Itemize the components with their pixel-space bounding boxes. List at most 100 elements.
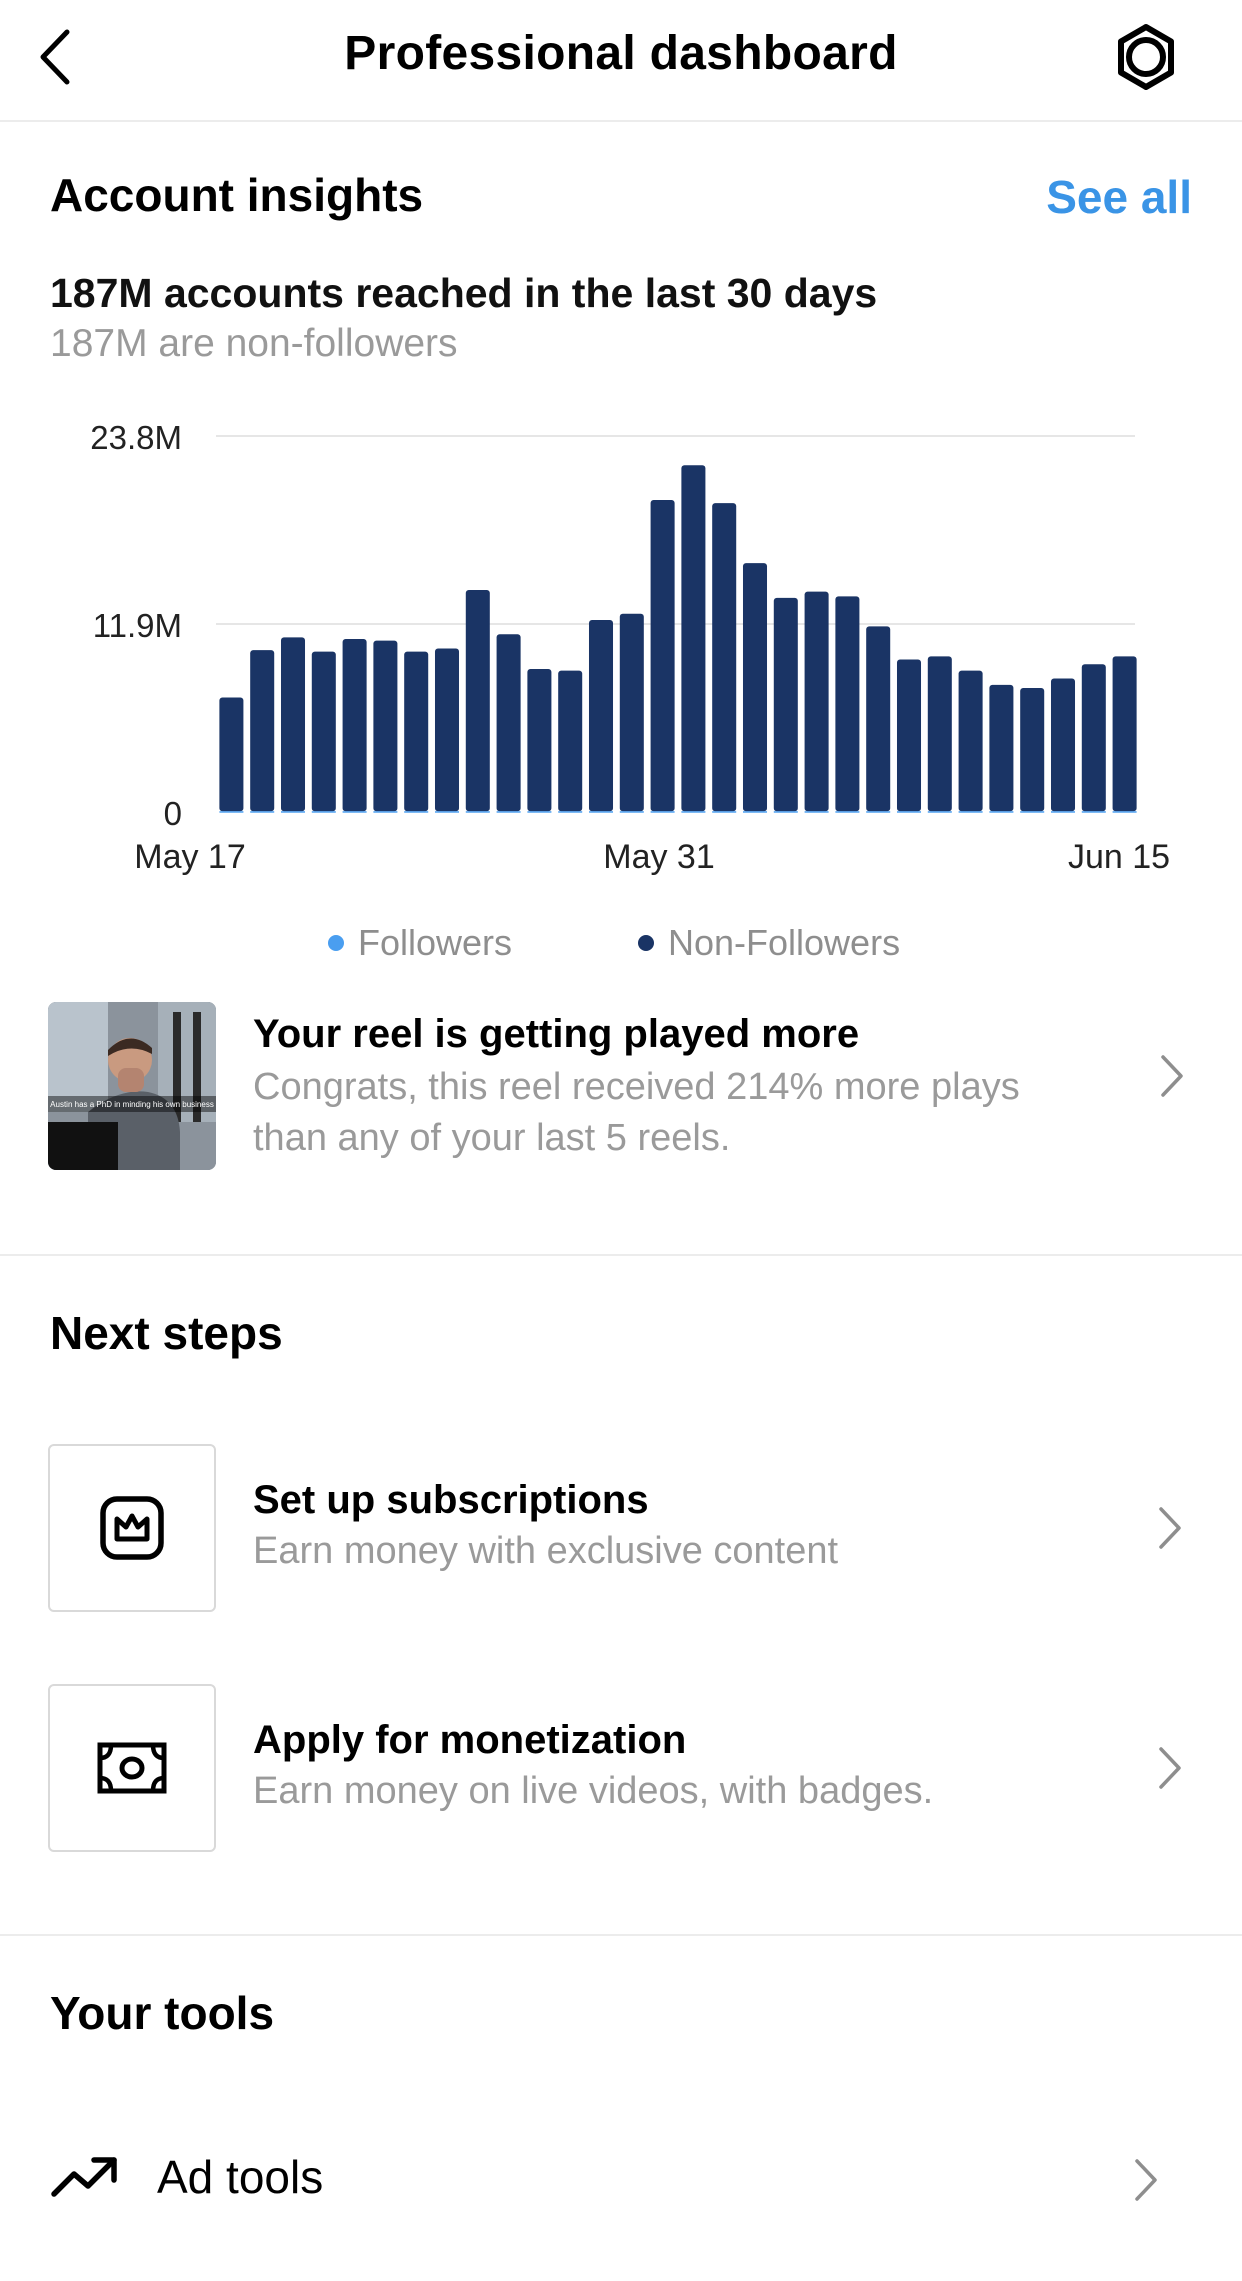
y-tick-label: 11.9M	[93, 607, 182, 644]
bar-non-followers	[927, 656, 952, 812]
divider	[0, 1254, 1242, 1256]
non-followers-dot-icon	[638, 935, 654, 951]
bar-followers	[342, 811, 367, 813]
bar-non-followers	[712, 503, 737, 812]
legend-non-followers: Non-Followers	[638, 922, 900, 964]
bar-followers	[1081, 811, 1106, 813]
settings-button[interactable]	[1108, 22, 1184, 92]
bar-followers	[404, 811, 429, 813]
y-tick-label: 23.8M	[90, 419, 182, 456]
subscriptions-icon-box	[48, 1444, 216, 1612]
reel-thumbnail-image: Austin has a PhD in minding his own busi…	[48, 1002, 216, 1170]
bar-followers	[496, 811, 521, 813]
bar-followers	[773, 811, 798, 813]
bar-followers	[835, 811, 860, 813]
bar-non-followers	[681, 465, 706, 812]
bar-followers	[219, 811, 244, 813]
bar-followers	[619, 811, 644, 813]
x-tick-label: May 31	[603, 838, 715, 876]
bar-non-followers	[742, 563, 768, 812]
money-icon	[97, 1742, 167, 1794]
followers-dot-icon	[328, 935, 344, 951]
legend-non-followers-label: Non-Followers	[668, 922, 901, 963]
accounts-reached-chart: 23.8M 11.9M 0 May 17 May 31 Jun 15	[90, 419, 1170, 876]
bar-non-followers	[558, 670, 583, 812]
bar-non-followers	[434, 648, 460, 812]
bar-non-followers	[866, 626, 891, 812]
bar-non-followers	[958, 670, 983, 812]
reel-insight-title: Your reel is getting played more	[253, 1012, 860, 1056]
bar-non-followers	[527, 669, 552, 812]
bar-followers	[588, 811, 614, 813]
non-followers-text: 187M are non-followers	[50, 322, 458, 365]
nav-bar: Professional dashboard	[0, 0, 1242, 122]
bar-followers	[434, 811, 460, 813]
legend-followers: Followers	[328, 922, 512, 964]
your-tools-title: Your tools	[50, 1987, 275, 2039]
bar-followers	[712, 811, 737, 813]
set-up-subscriptions-row[interactable]: Set up subscriptions Earn money with exc…	[0, 1444, 1242, 1614]
chart-legend: Followers Non-Followers	[0, 922, 1242, 972]
bar-non-followers	[250, 650, 275, 812]
bar-non-followers	[989, 684, 1014, 812]
bar-followers	[1020, 811, 1045, 813]
bar-followers	[250, 811, 275, 813]
subscriptions-subtitle: Earn money with exclusive content	[253, 1530, 839, 1572]
ad-tools-row[interactable]: Ad tools	[0, 2130, 1242, 2230]
bar-non-followers	[496, 634, 521, 812]
bar-non-followers	[835, 596, 860, 812]
bar-non-followers	[773, 597, 798, 812]
subscriptions-title: Set up subscriptions	[253, 1478, 649, 1522]
bar-non-followers	[465, 590, 490, 812]
bar-non-followers	[896, 659, 922, 812]
bar-non-followers	[373, 640, 398, 812]
bar-non-followers	[1112, 656, 1137, 812]
bar-followers	[958, 811, 983, 813]
bar-followers	[465, 811, 490, 813]
monetization-subtitle: Earn money on live videos, with badges.	[253, 1770, 934, 1812]
next-steps-title: Next steps	[50, 1307, 283, 1359]
account-insights-title: Account insights	[50, 169, 424, 221]
x-tick-label: May 17	[134, 838, 246, 876]
see-all-link[interactable]: See all	[1046, 170, 1192, 224]
bar-followers	[280, 811, 306, 813]
gear-icon	[1118, 24, 1174, 90]
bar-followers	[1050, 811, 1076, 813]
bar-followers	[558, 811, 583, 813]
bar-followers	[527, 811, 552, 813]
bar-non-followers	[280, 637, 306, 812]
trending-up-icon	[51, 2157, 117, 2197]
bar-non-followers	[404, 651, 429, 812]
bar-followers	[311, 811, 336, 813]
bar-non-followers	[342, 639, 367, 812]
page-title: Professional dashboard	[344, 27, 898, 80]
x-tick-label: Jun 15	[1068, 838, 1170, 876]
chevron-right-icon	[1150, 1498, 1190, 1558]
reel-insight-description: Congrats, this reel received 214% more p…	[253, 1066, 1020, 1159]
bar-followers	[896, 811, 922, 813]
monetization-title: Apply for monetization	[253, 1718, 687, 1762]
bar-non-followers	[1020, 687, 1045, 812]
bar-followers	[989, 811, 1014, 813]
bar-followers	[742, 811, 768, 813]
crown-icon	[100, 1496, 164, 1560]
bar-non-followers	[804, 591, 829, 812]
bar-non-followers	[1081, 664, 1106, 812]
monetization-icon-box	[48, 1684, 216, 1852]
reel-insight-card[interactable]: Austin has a PhD in minding his own busi…	[0, 990, 1242, 1180]
apply-for-monetization-row[interactable]: Apply for monetization Earn money on liv…	[0, 1684, 1242, 1854]
bar-followers	[1112, 811, 1137, 813]
bar-non-followers	[619, 613, 644, 812]
bar-followers	[866, 811, 891, 813]
bar-non-followers	[219, 697, 244, 812]
ad-tools-label: Ad tools	[157, 2151, 324, 2203]
bar-followers	[373, 811, 398, 813]
y-tick-label: 0	[164, 795, 182, 832]
bar-followers	[650, 811, 675, 813]
chevron-right-icon	[1152, 1046, 1192, 1106]
bar-non-followers	[311, 651, 336, 812]
divider	[0, 1934, 1242, 1936]
bar-followers	[927, 811, 952, 813]
chevron-right-icon	[1150, 1738, 1190, 1798]
chevron-right-icon	[1126, 2150, 1166, 2210]
